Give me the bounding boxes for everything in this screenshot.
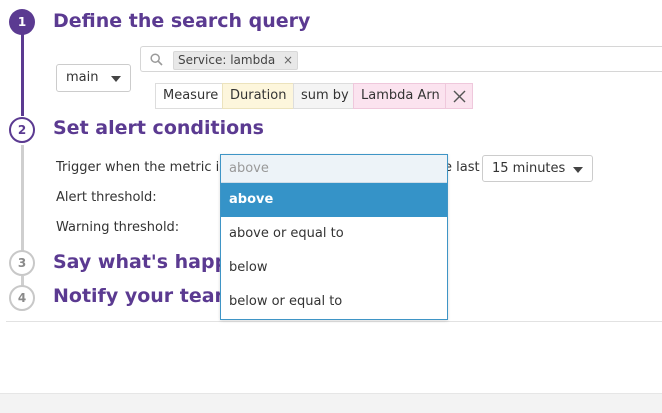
comparator-option-above[interactable]: above bbox=[221, 183, 447, 217]
step-title-notify-team[interactable]: Notify your team bbox=[53, 285, 234, 307]
chevron-down-icon bbox=[111, 76, 121, 82]
sum-by-label: sum by bbox=[293, 83, 357, 109]
measure-value[interactable]: Duration bbox=[222, 83, 295, 109]
comparator-option-above-or-equal[interactable]: above or equal to bbox=[221, 217, 447, 251]
trigger-suffix-label: e last bbox=[444, 160, 480, 175]
timeframe-select[interactable]: 15 minutes bbox=[482, 155, 593, 182]
warning-threshold-label: Warning threshold: bbox=[56, 220, 180, 235]
trigger-label: Trigger when the metric is bbox=[56, 160, 227, 175]
comparator-option-below[interactable]: below bbox=[221, 251, 447, 285]
step-title-alert-conditions[interactable]: Set alert conditions bbox=[53, 117, 264, 139]
step-rail-pending bbox=[21, 145, 24, 251]
measure-label: Measure bbox=[155, 83, 227, 109]
footer-bar bbox=[0, 393, 662, 413]
comparator-dropdown[interactable]: above above above or equal to below belo… bbox=[220, 154, 448, 320]
chevron-down-icon bbox=[573, 167, 583, 173]
step-number-3: 3 bbox=[9, 250, 35, 276]
step-number-1: 1 bbox=[9, 9, 35, 35]
search-query-input[interactable]: Service: lambda × bbox=[140, 46, 662, 72]
filter-tag-service[interactable]: Service: lambda × bbox=[173, 51, 299, 70]
remove-group-button[interactable] bbox=[445, 83, 473, 109]
section-divider bbox=[6, 321, 662, 322]
step-rail-completed bbox=[21, 34, 24, 116]
group-by-value[interactable]: Lambda Arn bbox=[353, 83, 448, 109]
search-icon bbox=[150, 53, 163, 66]
timeframe-select-value: 15 minutes bbox=[492, 161, 566, 176]
close-icon[interactable]: × bbox=[283, 53, 293, 67]
source-select-value: main bbox=[66, 70, 99, 85]
step-number-2: 2 bbox=[9, 117, 35, 143]
filter-tag-label: Service: lambda bbox=[178, 53, 276, 67]
alert-threshold-label: Alert threshold: bbox=[56, 190, 157, 205]
comparator-option-below-or-equal[interactable]: below or equal to bbox=[221, 285, 447, 319]
close-icon bbox=[453, 90, 466, 103]
step-number-4: 4 bbox=[9, 285, 35, 311]
comparator-search-input[interactable]: above bbox=[221, 155, 447, 183]
source-select[interactable]: main bbox=[56, 64, 131, 92]
step-title-define-query[interactable]: Define the search query bbox=[53, 10, 310, 32]
